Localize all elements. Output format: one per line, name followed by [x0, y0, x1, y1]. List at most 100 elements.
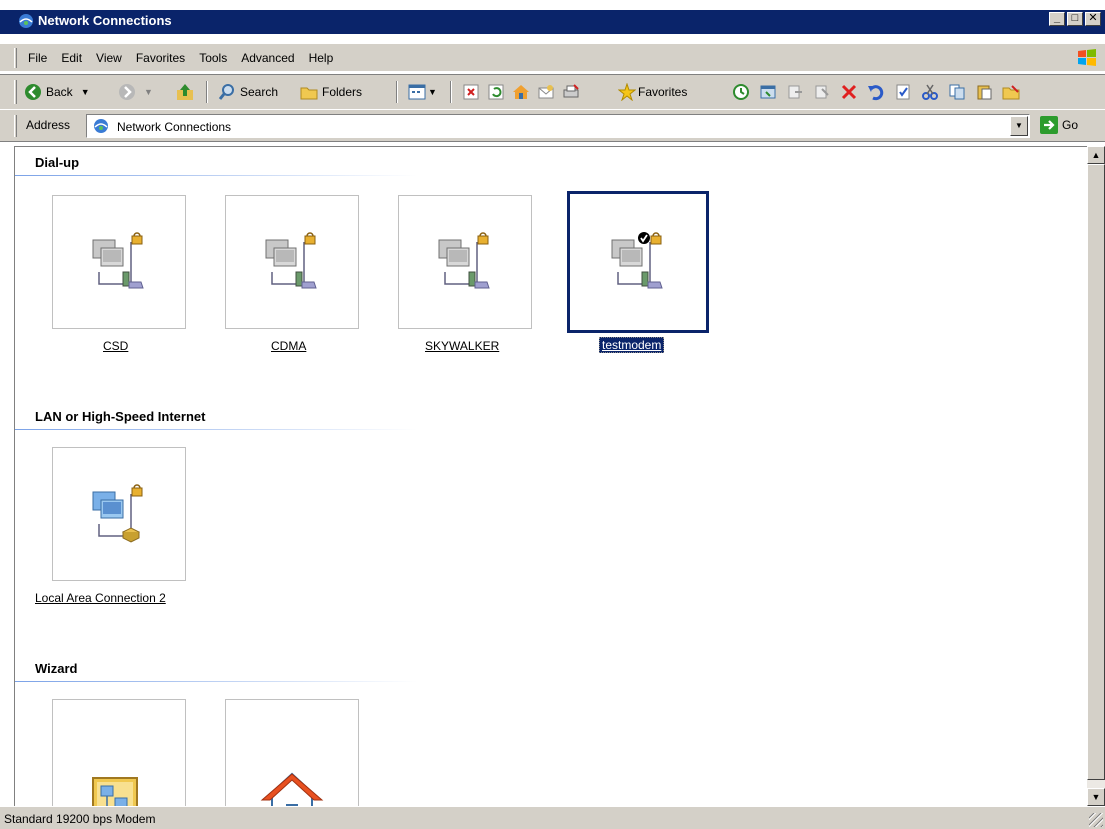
window-title: Network Connections	[38, 13, 172, 28]
properties-icon[interactable]	[894, 83, 912, 101]
resize-grip[interactable]	[1089, 813, 1103, 827]
scroll-up-button[interactable]: ▲	[1087, 146, 1105, 164]
group-divider	[15, 429, 417, 430]
folders-icon	[300, 87, 318, 100]
address-value: Network Connections	[117, 120, 232, 134]
menu-tools[interactable]: Tools	[199, 51, 227, 65]
up-folder-icon	[177, 84, 193, 100]
fullscreen-icon[interactable]	[759, 83, 777, 101]
views-dropdown-icon[interactable]: ▼	[428, 87, 437, 97]
go-label: Go	[1062, 118, 1079, 132]
status-bar: Standard 19200 bps Modem	[0, 806, 1105, 829]
back-dropdown-icon[interactable]: ▼	[81, 87, 90, 97]
toolbar-separator	[396, 81, 398, 103]
forward-arrow-icon	[119, 84, 135, 100]
undo-icon[interactable]	[867, 83, 885, 101]
stop-page-icon[interactable]	[462, 83, 480, 101]
connection-label-selected[interactable]: testmodem	[599, 337, 665, 353]
vertical-scrollbar[interactable]: ▲ ▼	[1087, 146, 1105, 806]
connection-tile-skywalker[interactable]	[398, 195, 532, 329]
cut-icon[interactable]	[921, 83, 939, 101]
menu-bar: File Edit View Favorites Tools Advanced …	[0, 44, 1105, 72]
minimize-button[interactable]: _	[1049, 12, 1065, 26]
network-setup-wizard-icon	[260, 772, 324, 806]
favorites-button[interactable]: Favorites	[618, 83, 687, 101]
group-divider	[15, 175, 417, 176]
group-title-lan: LAN or High-Speed Internet	[35, 409, 206, 424]
menu-file[interactable]: File	[28, 51, 47, 65]
close-button[interactable]: ✕	[1085, 12, 1101, 26]
refresh-page-icon[interactable]	[487, 83, 505, 101]
group-divider	[15, 681, 417, 682]
go-button[interactable]: Go	[1040, 116, 1078, 134]
back-arrow-icon	[25, 84, 41, 100]
chevron-down-icon: ▼	[1015, 121, 1023, 130]
menu-edit[interactable]: Edit	[61, 51, 82, 65]
folders-label: Folders	[322, 85, 363, 99]
group-title-dialup: Dial-up	[35, 155, 80, 170]
connection-tile-local-area-connection-2[interactable]	[52, 447, 186, 581]
menu-favorites[interactable]: Favorites	[136, 51, 185, 65]
mail-icon[interactable]	[537, 83, 555, 101]
wizard-tile-network-setup[interactable]	[225, 699, 359, 806]
home-icon[interactable]	[512, 83, 530, 101]
toolbar-separator	[206, 81, 208, 103]
lan-connection-icon	[92, 484, 143, 543]
address-bar: Address Network Connections ▼ Go	[0, 110, 1105, 142]
menu-help[interactable]: Help	[309, 51, 334, 65]
connections-view[interactable]: Dial-up CSD CDMA SKYWALKER testmodem LAN…	[14, 146, 1087, 806]
history-icon[interactable]	[732, 83, 750, 101]
search-button[interactable]: Search	[218, 83, 278, 101]
views-button[interactable]: ▼	[408, 83, 437, 101]
back-label: Back	[46, 85, 73, 99]
views-icon	[408, 84, 426, 100]
favorites-label: Favorites	[638, 85, 688, 99]
paste-icon[interactable]	[975, 83, 993, 101]
print-icon[interactable]	[562, 83, 580, 101]
addressbar-grip[interactable]	[14, 115, 17, 137]
copy-icon[interactable]	[948, 83, 966, 101]
connection-tile-cdma[interactable]	[225, 195, 359, 329]
menu-view[interactable]: View	[96, 51, 122, 65]
delete-icon[interactable]	[840, 83, 858, 101]
move-to-icon[interactable]	[786, 83, 804, 101]
connection-label[interactable]: CDMA	[271, 339, 306, 353]
maximize-button[interactable]: □	[1067, 12, 1083, 26]
folders-button[interactable]: Folders	[300, 83, 362, 101]
dialup-connection-icon	[265, 232, 317, 289]
standard-toolbar: Back ▼ ▼ Search Folders ▼ Favorites	[0, 74, 1105, 110]
favorites-star-icon	[618, 83, 636, 101]
network-connections-icon	[94, 119, 108, 133]
back-button[interactable]: Back ▼	[24, 83, 90, 101]
scroll-down-button[interactable]: ▼	[1087, 788, 1105, 806]
up-folder-button[interactable]	[176, 83, 194, 101]
network-connections-icon	[19, 14, 33, 28]
address-input[interactable]: Network Connections ▼	[86, 114, 1030, 138]
title-bar[interactable]: Network Connections _ □ ✕	[0, 0, 1105, 34]
menu-advanced[interactable]: Advanced	[241, 51, 294, 65]
search-label: Search	[240, 85, 279, 99]
wizard-tile-new-connection[interactable]	[52, 699, 186, 806]
connection-tile-testmodem[interactable]	[567, 191, 709, 333]
windows-logo-icon	[1078, 49, 1096, 66]
dialup-connection-icon	[92, 232, 144, 289]
connection-tile-csd[interactable]	[52, 195, 186, 329]
copy-to-icon[interactable]	[813, 83, 831, 101]
search-icon	[218, 84, 234, 100]
group-title-wizard: Wizard	[35, 661, 78, 676]
menubar-grip[interactable]	[14, 48, 17, 68]
dialup-connection-default-icon	[611, 232, 663, 289]
toolbar-grip[interactable]	[14, 80, 17, 104]
folder-options-icon[interactable]	[1002, 83, 1020, 101]
connection-label[interactable]: CSD	[103, 339, 128, 353]
forward-dropdown-icon[interactable]: ▼	[144, 87, 153, 97]
connection-label[interactable]: Local Area Connection 2	[35, 591, 166, 605]
go-arrow-icon	[1040, 116, 1058, 134]
new-connection-wizard-icon	[92, 777, 138, 806]
connection-label[interactable]: SKYWALKER	[425, 339, 499, 353]
address-dropdown-button[interactable]: ▼	[1010, 116, 1028, 136]
forward-button[interactable]: ▼	[118, 83, 153, 101]
dialup-connection-icon	[438, 232, 490, 289]
scrollbar-thumb[interactable]	[1087, 164, 1105, 780]
address-label: Address	[26, 118, 71, 132]
